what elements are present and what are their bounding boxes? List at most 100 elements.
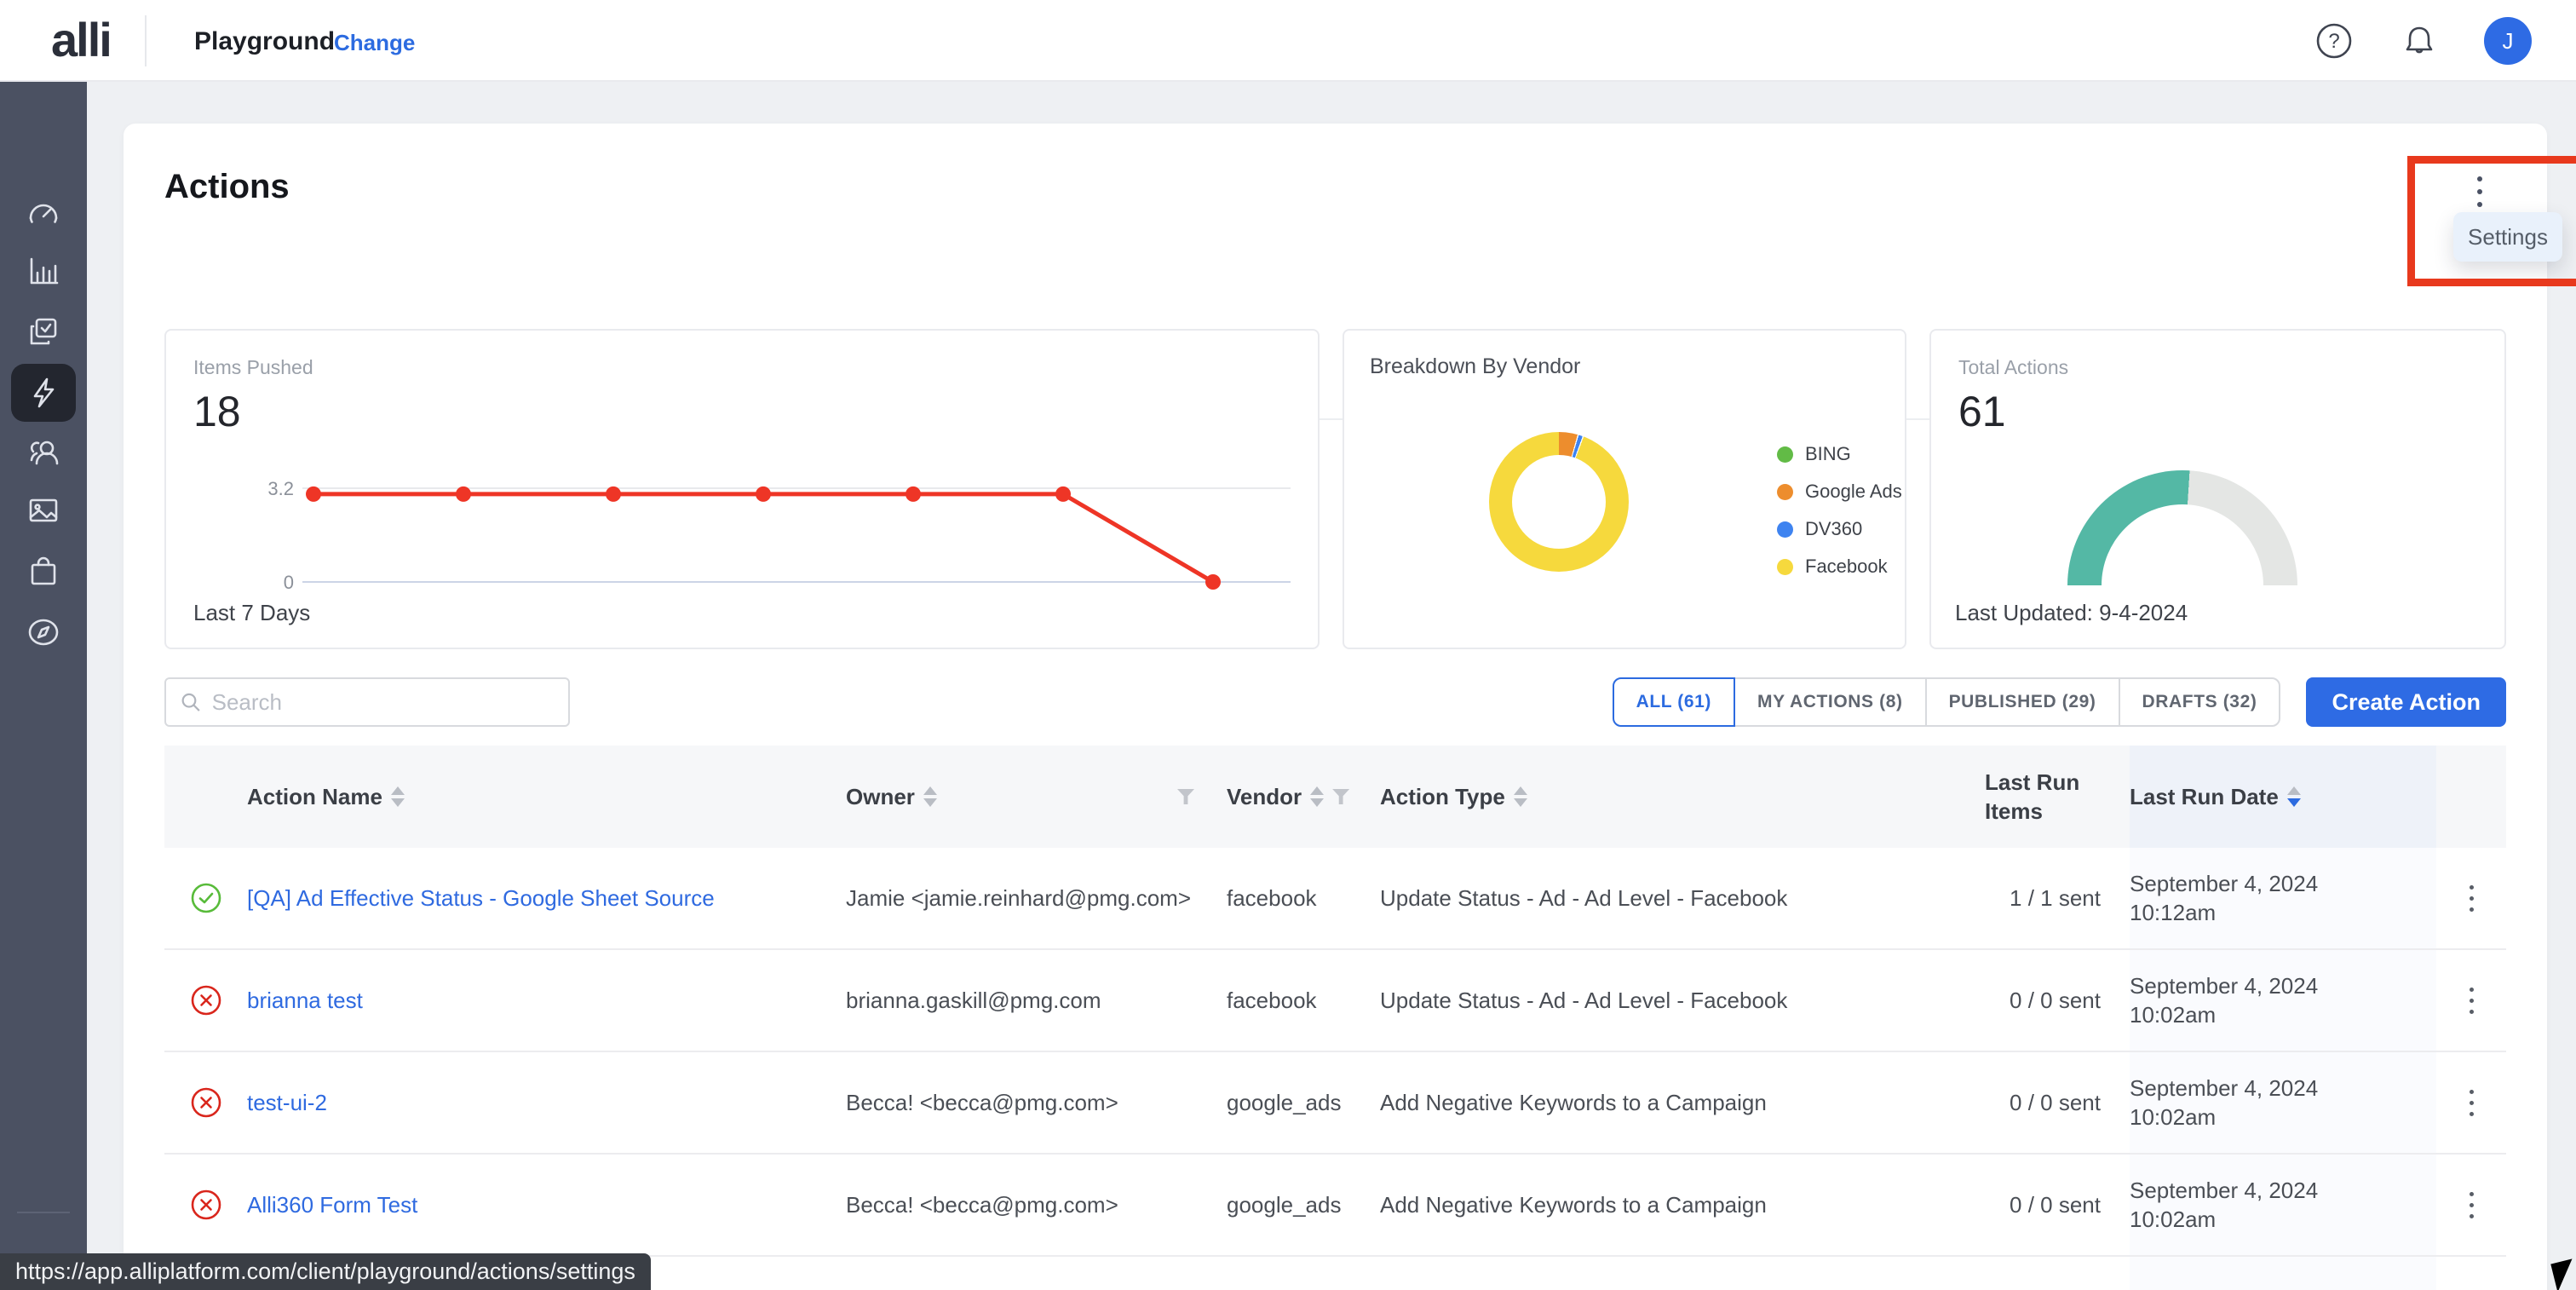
- owner-cell: Jamie <jamie.reinhard@pmg.com>: [846, 848, 1227, 948]
- sidebar-item-reports[interactable]: [11, 242, 76, 300]
- vendor-cell: google_ads: [1227, 1155, 1380, 1255]
- mouse-cursor: [2550, 1258, 2576, 1290]
- owner-cell: brianna.gaskill@pmg.com: [846, 950, 1227, 1051]
- vendor-cell: facebook: [1227, 950, 1380, 1051]
- sort-icon[interactable]: [1514, 786, 1527, 807]
- row-kebab-menu-icon[interactable]: [2436, 950, 2506, 1051]
- table-row: [QA] Ad Effective Status - Google Sheet …: [164, 848, 2506, 950]
- sidebar-item-tasks[interactable]: [11, 302, 76, 360]
- legend-item: DV360: [1777, 518, 1902, 540]
- sort-icon-active-desc[interactable]: [2287, 786, 2301, 807]
- owner-cell: [846, 1257, 1227, 1290]
- filter-button[interactable]: MY ACTIONS (8): [1734, 677, 1927, 727]
- action-type-cell: Update Status - Ad - Ad Level - Facebook: [1380, 848, 1985, 948]
- filter-label: ALL (61): [1636, 692, 1711, 712]
- action-name-link[interactable]: [QA] Ad Effective Status - Google Sheet …: [247, 885, 715, 912]
- legend-label: BING: [1805, 443, 1851, 465]
- compass-icon: [25, 613, 62, 651]
- status-error-icon: [189, 1086, 223, 1120]
- sidebar-item-commerce[interactable]: [11, 543, 76, 601]
- sidebar-item-audiences[interactable]: [11, 423, 76, 481]
- filter-funnel-icon[interactable]: [1332, 789, 1349, 804]
- filter-funnel-icon[interactable]: [1177, 789, 1194, 804]
- action-name-link[interactable]: Alli360 Form Test: [247, 1192, 417, 1218]
- status-success-icon: [189, 881, 223, 915]
- search-input[interactable]: [212, 689, 555, 716]
- status-error-icon: [189, 1188, 223, 1222]
- total-actions-card: Total Actions 61 Last Updated: 9-4-2024: [1929, 329, 2506, 649]
- column-row-menu: [2436, 746, 2506, 848]
- vendor-cell: facebook: [1227, 848, 1380, 948]
- sidebar-divider: [17, 1212, 70, 1213]
- last-run-date: September 4, 2024: [2130, 1176, 2318, 1205]
- column-owner[interactable]: Owner: [846, 746, 1227, 848]
- page-title: Actions: [164, 168, 290, 206]
- total-actions-label: Total Actions: [1958, 356, 2068, 379]
- legend-label: Facebook: [1805, 556, 1888, 578]
- legend-item: BING: [1777, 443, 1902, 465]
- sidebar-item-discover[interactable]: [11, 603, 76, 661]
- image-icon: [25, 492, 62, 529]
- last-run-date: September 4, 2024: [2130, 971, 2318, 1000]
- items-pushed-line-chart: 3.2 0: [166, 331, 1321, 651]
- main-content-card: Actions Actions Action Types Performance…: [124, 124, 2547, 1290]
- column-action-type[interactable]: Action Type: [1380, 746, 1985, 848]
- avatar[interactable]: J: [2484, 17, 2532, 65]
- filter-label: DRAFTS (32): [2142, 692, 2257, 712]
- sort-icon[interactable]: [923, 786, 937, 807]
- sidebar-item-actions[interactable]: [11, 364, 76, 422]
- create-action-button[interactable]: Create Action: [2306, 677, 2506, 727]
- row-kebab-menu-icon[interactable]: [2436, 848, 2506, 948]
- sort-icon[interactable]: [1310, 786, 1324, 807]
- row-kebab-menu-icon[interactable]: [2436, 1155, 2506, 1255]
- total-actions-gauge: [2067, 470, 2297, 585]
- action-type-cell: [1380, 1257, 1985, 1290]
- filter-button[interactable]: ALL (61): [1613, 677, 1735, 727]
- last-run-items-cell: 0 / 0 sent: [1985, 1155, 2130, 1255]
- sidebar-item-dashboard[interactable]: [11, 182, 76, 240]
- legend-dot: [1777, 559, 1793, 575]
- filter-button[interactable]: DRAFTS (32): [2119, 677, 2281, 727]
- sidebar-item-creative[interactable]: [11, 481, 76, 539]
- last-run-date: September 4, 2024: [2130, 869, 2318, 898]
- page-kebab-menu-icon[interactable]: [2463, 168, 2497, 216]
- column-vendor[interactable]: Vendor: [1227, 746, 1380, 848]
- last-run-items-cell: 0 / 0 sent: [1985, 1052, 2130, 1153]
- last-run-items-cell: [1985, 1257, 2130, 1290]
- action-name-link[interactable]: test-ui-2: [247, 1090, 327, 1116]
- column-action-name[interactable]: Action Name: [247, 746, 846, 848]
- column-status: [164, 746, 247, 848]
- lightning-icon: [25, 374, 62, 412]
- search-icon: [180, 690, 202, 714]
- action-name-link[interactable]: brianna test: [247, 988, 363, 1014]
- column-last-run-items: Last Run Items: [1985, 746, 2130, 848]
- legend-label: DV360: [1805, 518, 1862, 540]
- notifications-bell-icon[interactable]: [2399, 20, 2440, 61]
- total-actions-value: 61: [1958, 387, 2006, 436]
- legend-label: Google Ads: [1805, 481, 1902, 503]
- vendor-donut-chart: [1489, 432, 1629, 572]
- client-name: Playground: [194, 27, 335, 56]
- last-run-time: 10:02am: [2130, 1000, 2318, 1029]
- action-type-cell: Add Negative Keywords to a Campaign: [1380, 1052, 1985, 1153]
- help-icon[interactable]: ?: [2314, 20, 2355, 61]
- column-last-run-date[interactable]: Last Run Date: [2130, 746, 2436, 848]
- table-row: Alli360 Form Test Becca! <becca@pmg.com>…: [164, 1155, 2506, 1257]
- top-bar: alli Playground Change ? J: [0, 0, 2576, 82]
- filter-label: PUBLISHED (29): [1949, 692, 2096, 712]
- ytick-top: 3.2: [267, 478, 294, 499]
- sort-icon[interactable]: [391, 786, 405, 807]
- last-run-time: 10:02am: [2130, 1103, 2318, 1132]
- actions-table: Action Name Owner Vendor Action Type Las…: [164, 746, 2506, 1290]
- breakdown-by-vendor-card: Breakdown By Vendor BING Google Ads DV36…: [1343, 329, 1906, 649]
- action-type-cell: Update Status - Ad - Ad Level - Facebook: [1380, 950, 1985, 1051]
- filter-group: ALL (61) MY ACTIONS (8) PUBLISHED (29) DRAF…: [1613, 677, 2281, 727]
- svg-text:?: ?: [2328, 30, 2339, 53]
- filter-button[interactable]: PUBLISHED (29): [1925, 677, 2120, 727]
- items-pushed-card: Items Pushed 18 3.2 0 Last 7 Days: [164, 329, 1320, 649]
- last-run-date: September 4, 2024: [2130, 1074, 2318, 1103]
- settings-menu-item[interactable]: Settings: [2453, 212, 2562, 262]
- row-kebab-menu-icon[interactable]: [2436, 1052, 2506, 1153]
- legend-dot: [1777, 484, 1793, 500]
- change-client-link[interactable]: Change: [334, 30, 415, 56]
